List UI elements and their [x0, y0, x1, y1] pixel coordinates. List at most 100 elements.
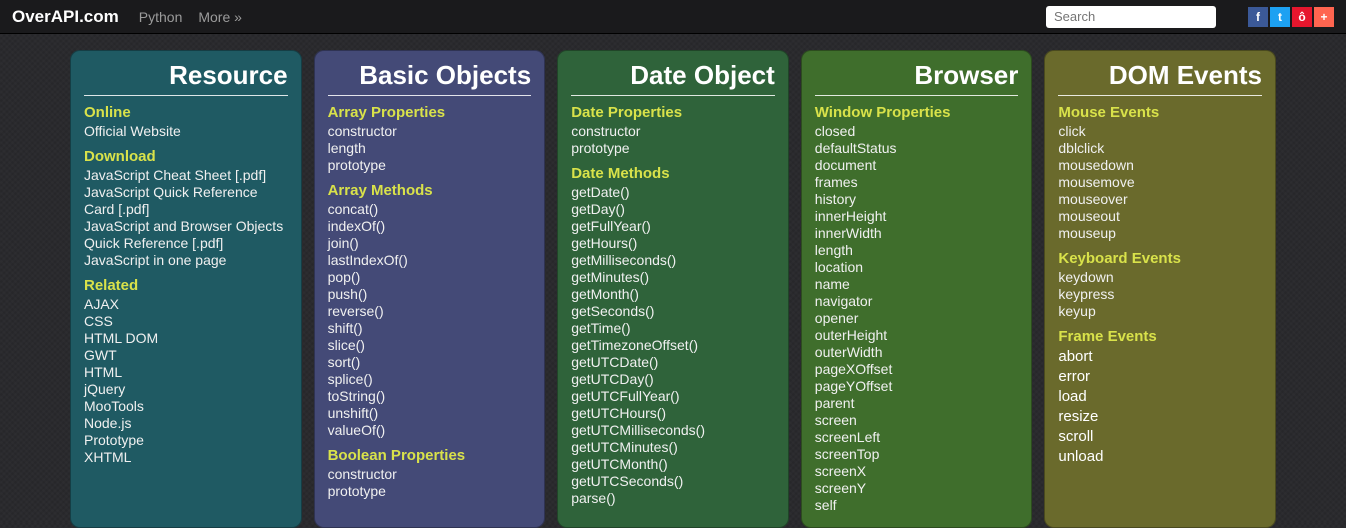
list-item[interactable]: screenLeft [815, 429, 1019, 446]
list-item[interactable]: innerHeight [815, 208, 1019, 225]
list-item[interactable]: parent [815, 395, 1019, 412]
list-item[interactable]: unshift() [328, 405, 532, 422]
list-item[interactable]: push() [328, 286, 532, 303]
list-item[interactable]: keydown [1058, 269, 1262, 286]
list-item[interactable]: getUTCFullYear() [571, 388, 775, 405]
list-item[interactable]: prototype [328, 483, 532, 500]
list-item[interactable]: abort [1058, 347, 1262, 367]
list-item[interactable]: unload [1058, 447, 1262, 467]
list-item[interactable]: pageXOffset [815, 361, 1019, 378]
list-item[interactable]: getUTCDay() [571, 371, 775, 388]
list-item[interactable]: click [1058, 123, 1262, 140]
list-item[interactable]: getTime() [571, 320, 775, 337]
list-item[interactable]: outerHeight [815, 327, 1019, 344]
list-item[interactable]: self [815, 497, 1019, 514]
list-item[interactable]: GWT [84, 347, 288, 364]
list-item[interactable]: AJAX [84, 296, 288, 313]
list-item[interactable]: document [815, 157, 1019, 174]
list-item[interactable]: parse() [571, 490, 775, 507]
list-item[interactable]: prototype [328, 157, 532, 174]
list-item[interactable]: getUTCMinutes() [571, 439, 775, 456]
list-item[interactable]: Official Website [84, 123, 288, 140]
list-item[interactable]: getUTCHours() [571, 405, 775, 422]
list-item[interactable]: getUTCSeconds() [571, 473, 775, 490]
list-item[interactable]: JavaScript and Browser Objects Quick Ref… [84, 218, 288, 252]
list-item[interactable]: getMonth() [571, 286, 775, 303]
list-item[interactable]: constructor [328, 466, 532, 483]
list-item[interactable]: innerWidth [815, 225, 1019, 242]
list-item[interactable]: screenX [815, 463, 1019, 480]
list-item[interactable]: indexOf() [328, 218, 532, 235]
list-item[interactable]: concat() [328, 201, 532, 218]
list-item[interactable]: getHours() [571, 235, 775, 252]
list-item[interactable]: MooTools [84, 398, 288, 415]
list-item[interactable]: screenTop [815, 446, 1019, 463]
list-item[interactable]: getDay() [571, 201, 775, 218]
list-item[interactable]: pageYOffset [815, 378, 1019, 395]
list-item[interactable]: outerWidth [815, 344, 1019, 361]
list-item[interactable]: splice() [328, 371, 532, 388]
nav-link-1[interactable]: More » [198, 9, 242, 25]
list-item[interactable]: error [1058, 367, 1262, 387]
list-item[interactable]: JavaScript Cheat Sheet [.pdf] [84, 167, 288, 184]
list-item[interactable]: sort() [328, 354, 532, 371]
list-item[interactable]: history [815, 191, 1019, 208]
list-item[interactable]: getUTCDate() [571, 354, 775, 371]
list-item[interactable]: pop() [328, 269, 532, 286]
list-item[interactable]: getSeconds() [571, 303, 775, 320]
list-item[interactable]: resize [1058, 407, 1262, 427]
list-item[interactable]: screenY [815, 480, 1019, 497]
list-item[interactable]: keypress [1058, 286, 1262, 303]
list-item[interactable]: HTML DOM [84, 330, 288, 347]
list-item[interactable]: Prototype [84, 432, 288, 449]
list-item[interactable]: CSS [84, 313, 288, 330]
list-item[interactable]: reverse() [328, 303, 532, 320]
list-item[interactable]: Node.js [84, 415, 288, 432]
list-item[interactable]: constructor [571, 123, 775, 140]
nav-link-0[interactable]: Python [139, 9, 183, 25]
list-item[interactable]: getDate() [571, 184, 775, 201]
list-item[interactable]: valueOf() [328, 422, 532, 439]
list-item[interactable]: join() [328, 235, 532, 252]
list-item[interactable]: load [1058, 387, 1262, 407]
list-item[interactable]: location [815, 259, 1019, 276]
list-item[interactable]: mouseup [1058, 225, 1262, 242]
list-item[interactable]: getMinutes() [571, 269, 775, 286]
list-item[interactable]: scroll [1058, 427, 1262, 447]
list-item[interactable]: length [328, 140, 532, 157]
search-input[interactable] [1046, 6, 1216, 28]
list-item[interactable]: slice() [328, 337, 532, 354]
list-item[interactable]: mousedown [1058, 157, 1262, 174]
list-item[interactable]: getFullYear() [571, 218, 775, 235]
list-item[interactable]: mouseout [1058, 208, 1262, 225]
list-item[interactable]: screen [815, 412, 1019, 429]
list-item[interactable]: JavaScript Quick Reference Card [.pdf] [84, 184, 288, 218]
list-item[interactable]: opener [815, 310, 1019, 327]
list-item[interactable]: defaultStatus [815, 140, 1019, 157]
list-item[interactable]: dblclick [1058, 140, 1262, 157]
list-item[interactable]: lastIndexOf() [328, 252, 532, 269]
list-item[interactable]: closed [815, 123, 1019, 140]
list-item[interactable]: JavaScript in one page [84, 252, 288, 269]
list-item[interactable]: mouseover [1058, 191, 1262, 208]
list-item[interactable]: XHTML [84, 449, 288, 466]
list-item[interactable]: prototype [571, 140, 775, 157]
list-item[interactable]: getUTCMilliseconds() [571, 422, 775, 439]
list-item[interactable]: length [815, 242, 1019, 259]
list-item[interactable]: keyup [1058, 303, 1262, 320]
list-item[interactable]: frames [815, 174, 1019, 191]
list-item[interactable]: name [815, 276, 1019, 293]
list-item[interactable]: mousemove [1058, 174, 1262, 191]
share-icon[interactable]: + [1314, 7, 1334, 27]
list-item[interactable]: jQuery [84, 381, 288, 398]
list-item[interactable]: toString() [328, 388, 532, 405]
list-item[interactable]: shift() [328, 320, 532, 337]
weibo-icon[interactable]: ô [1292, 7, 1312, 27]
brand[interactable]: OverAPI.com [12, 7, 119, 27]
list-item[interactable]: getMilliseconds() [571, 252, 775, 269]
list-item[interactable]: navigator [815, 293, 1019, 310]
list-item[interactable]: constructor [328, 123, 532, 140]
twitter-icon[interactable]: t [1270, 7, 1290, 27]
list-item[interactable]: getTimezoneOffset() [571, 337, 775, 354]
facebook-icon[interactable]: f [1248, 7, 1268, 27]
